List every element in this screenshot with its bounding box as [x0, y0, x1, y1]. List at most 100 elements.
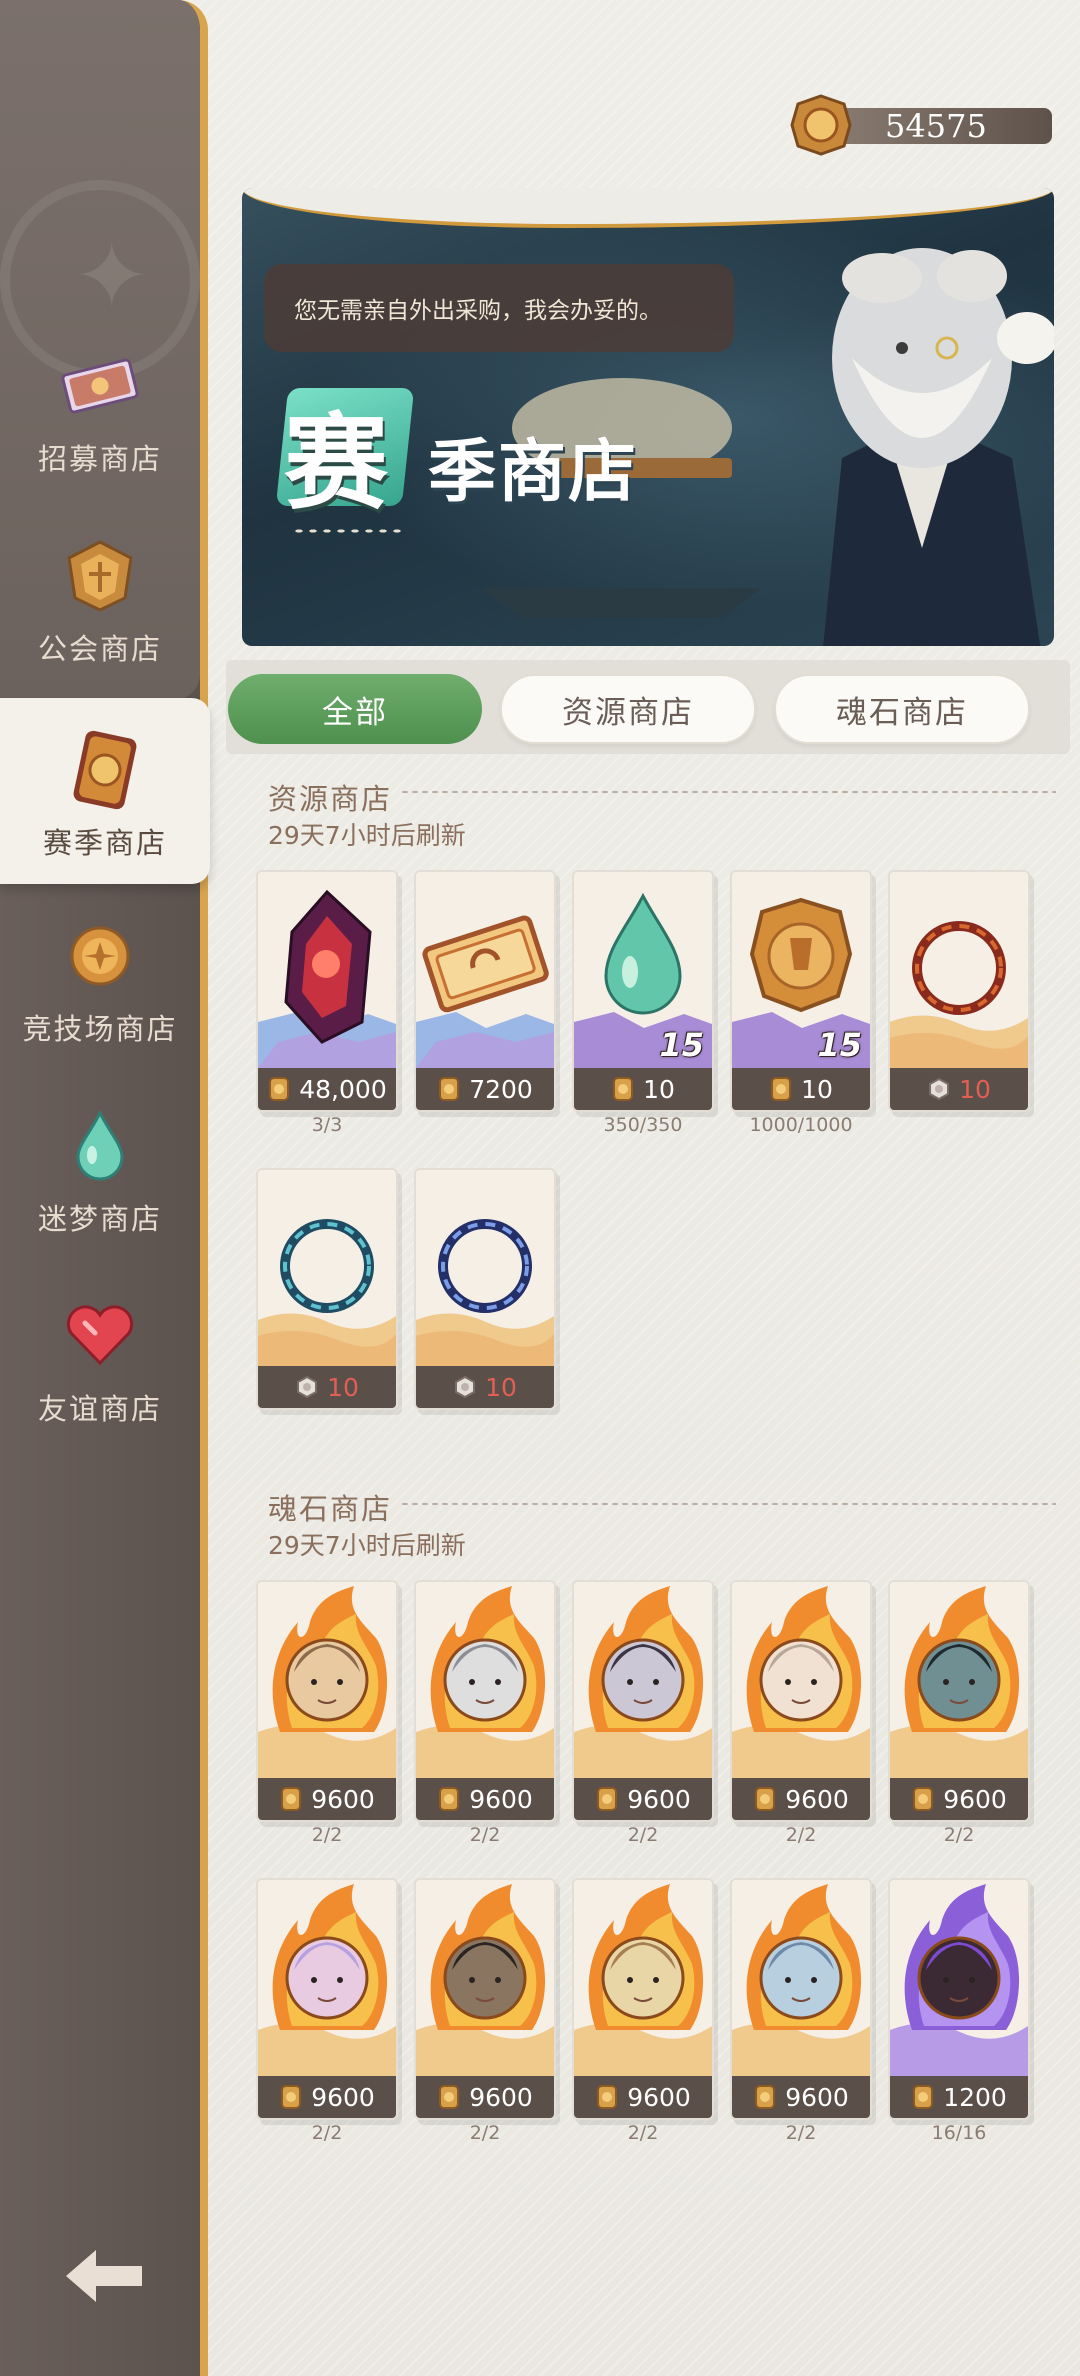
item-price-value: 9600 — [311, 1784, 375, 1814]
shop-item-card[interactable]: 7200 — [414, 870, 556, 1116]
tab-soulstone-shop[interactable]: 魂石商店 — [774, 674, 1030, 744]
purchase-limit: 2/2 — [469, 1824, 501, 1846]
purchase-limit: 2/2 — [311, 2122, 343, 2144]
back-arrow-icon — [66, 2250, 142, 2302]
purchase-limit: 2/2 — [785, 2122, 817, 2144]
item-frame: 9600 — [572, 1580, 714, 1822]
sidebar-item-friendship-shop[interactable]: 友谊商店 — [0, 1280, 200, 1450]
purchase-limit: 2/2 — [785, 1824, 817, 1846]
item-frame: 9600 — [888, 1580, 1030, 1822]
banner-title-first: 赛 — [284, 401, 389, 524]
item-price: 9600 — [732, 2076, 870, 2118]
soulstone-icon — [416, 1880, 554, 2076]
sidebar-item-label: 招募商店 — [37, 442, 162, 476]
item-price-value: 10 — [643, 1074, 675, 1104]
season-coin-icon — [65, 730, 145, 810]
tab-label: 魂石商店 — [836, 694, 968, 731]
shop-item-card[interactable]: 9600 2/2 — [572, 1878, 714, 2144]
section-divider — [400, 1502, 1056, 1506]
item-price: 9600 — [574, 1778, 712, 1820]
item-price-value: 9600 — [469, 2082, 533, 2112]
item-frame: 10 — [256, 1168, 398, 1410]
shop-item-card[interactable]: 10 — [888, 870, 1030, 1116]
purchase-limit: 1000/1000 — [749, 1114, 853, 1136]
soulstone-icon — [258, 1880, 396, 2076]
sidebar-item-season-shop[interactable]: 赛季商店 — [0, 698, 210, 884]
item-price: 9600 — [258, 1778, 396, 1820]
sidebar-item-guild-shop[interactable]: 公会商店 — [0, 520, 200, 690]
item-price-value: 9600 — [943, 1784, 1007, 1814]
shop-item-card[interactable]: 10 — [256, 1168, 398, 1414]
section-divider — [400, 790, 1056, 794]
sidebar-item-label: 竞技场商店 — [22, 1012, 178, 1046]
item-price: 10 — [258, 1366, 396, 1408]
shop-item-card[interactable]: 15 10 350/350 — [572, 870, 714, 1136]
purchase-limit: 2/2 — [943, 1824, 975, 1846]
season-coin-icon — [597, 1787, 618, 1811]
item-frame: 9600 — [730, 1878, 872, 2120]
item-price-value: 9600 — [469, 1784, 533, 1814]
purchase-limit: 16/16 — [931, 2122, 987, 2144]
tab-all[interactable]: 全部 — [228, 674, 482, 744]
red-frame-ring-icon — [890, 872, 1028, 1068]
soulstone-icon — [890, 1582, 1028, 1778]
item-price-value: 1200 — [943, 2082, 1007, 2112]
season-shop-banner: 您无需亲自外出采购，我会办妥的。 赛 季商店 — [242, 188, 1054, 646]
item-quantity-badge: 15 — [659, 1026, 704, 1064]
shop-item-card[interactable]: 9600 2/2 — [414, 1878, 556, 2144]
item-price: 9600 — [416, 1778, 554, 1820]
npc-speech-text: 您无需亲自外出采购，我会办妥的。 — [294, 298, 662, 324]
season-coin-icon — [755, 2085, 776, 2109]
item-frame: 1200 — [888, 1878, 1030, 2120]
butler-character-illustration — [823, 248, 1054, 646]
season-coin-icon — [281, 1787, 302, 1811]
purchase-limit: 2/2 — [627, 2122, 659, 2144]
season-coin-icon — [439, 2085, 460, 2109]
sidebar-item-label: 公会商店 — [37, 632, 162, 666]
shop-item-card[interactable]: 9600 2/2 — [414, 1580, 556, 1846]
shop-item-card[interactable]: 10 — [414, 1168, 556, 1414]
item-price-value: 9600 — [627, 2082, 691, 2112]
purchase-limit: 2/2 — [627, 1824, 659, 1846]
shop-item-card[interactable]: 9600 2/2 — [888, 1580, 1030, 1846]
shop-item-card[interactable]: 9600 2/2 — [256, 1580, 398, 1846]
item-frame: 9600 — [414, 1878, 556, 2120]
item-price: 1200 — [890, 2076, 1028, 2118]
purchase-limit: 2/2 — [469, 2122, 501, 2144]
soulstone-icon — [732, 1880, 870, 2076]
dream-drop-icon — [60, 1106, 140, 1186]
section-title: 魂石商店 — [268, 1492, 393, 1526]
item-price-value: 7200 — [469, 1074, 533, 1104]
item-frame: 10 — [414, 1168, 556, 1410]
season-coin-icon — [790, 94, 852, 156]
season-coin-icon — [913, 1787, 934, 1811]
heart-icon — [60, 1296, 140, 1376]
item-price: 9600 — [416, 2076, 554, 2118]
sidebar-item-recruit-shop[interactable]: 招募商店 — [0, 330, 200, 500]
guild-badge-icon — [60, 536, 140, 616]
season-coin-icon — [597, 2085, 618, 2109]
shop-item-card[interactable]: 15 10 1000/1000 — [730, 870, 872, 1136]
purchase-limit: 350/350 — [603, 1114, 683, 1136]
shop-item-card[interactable]: 9600 2/2 — [730, 1878, 872, 2144]
item-price: 9600 — [258, 2076, 396, 2118]
emblem-icon — [929, 1077, 950, 1101]
shop-item-card[interactable]: 1200 16/16 — [888, 1878, 1030, 2144]
blue-frame-ring-icon — [416, 1170, 554, 1366]
tab-label: 资源商店 — [562, 694, 694, 731]
sidebar-item-arena-shop[interactable]: 竞技场商店 — [0, 900, 200, 1070]
item-price: 48,000 — [258, 1068, 396, 1110]
item-frame: 48,000 — [256, 870, 398, 1112]
back-button[interactable] — [60, 2240, 150, 2310]
tab-resource-shop[interactable]: 资源商店 — [500, 674, 756, 744]
shop-item-card[interactable]: 9600 2/2 — [256, 1878, 398, 2144]
shop-item-card[interactable]: 9600 2/2 — [572, 1580, 714, 1846]
sidebar-item-dream-shop[interactable]: 迷梦商店 — [0, 1090, 200, 1260]
shop-item-card[interactable]: 48,000 3/3 — [256, 870, 398, 1136]
sidebar-item-label: 赛季商店 — [42, 826, 167, 860]
season-coin-icon — [771, 1077, 792, 1101]
banner-dots-decoration — [292, 528, 402, 534]
section-refresh-timer: 29天7小时后刷新 — [268, 821, 466, 850]
teal-frame-ring-icon — [258, 1170, 396, 1366]
shop-item-card[interactable]: 9600 2/2 — [730, 1580, 872, 1846]
